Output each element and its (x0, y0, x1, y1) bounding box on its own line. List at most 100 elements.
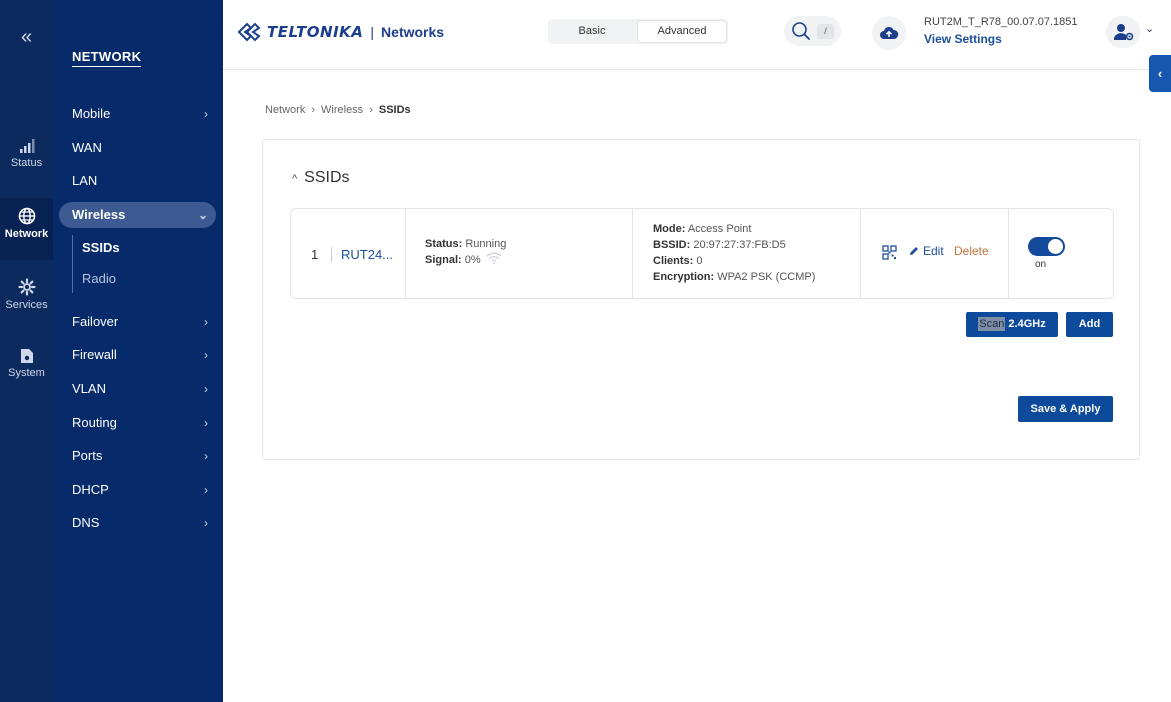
ssid-enable-toggle[interactable] (1028, 237, 1065, 256)
nav-item-label: DHCP (72, 482, 109, 497)
scan-label-highlighted: Scan (978, 317, 1006, 331)
nav-item-label: Firewall (72, 347, 117, 362)
mode-basic-button[interactable]: Basic (548, 19, 636, 44)
signal-bars-icon (19, 139, 34, 153)
nav-item-label: VLAN (72, 381, 106, 396)
nav-item-vlan[interactable]: VLAN › (59, 376, 216, 402)
ssid-cell-details: Mode: Access Point BSSID: 20:97:27:37:FB… (633, 209, 861, 298)
nav-item-dhcp[interactable]: DHCP › (59, 477, 216, 503)
search-shortcut-key: / (817, 24, 834, 39)
side-panel-toggle[interactable]: ‹ (1149, 55, 1171, 92)
nav-section-title: NETWORK (72, 49, 142, 67)
save-apply-button[interactable]: Save & Apply (1018, 396, 1113, 422)
user-menu-button[interactable] (1106, 16, 1140, 48)
edit-ssid-button[interactable]: Edit (909, 244, 944, 258)
wifi-signal-icon (486, 252, 502, 264)
rail-item-status[interactable]: Status (0, 138, 53, 176)
nav-item-lan[interactable]: LAN (59, 168, 216, 194)
bssid-label: BSSID: (653, 239, 691, 251)
rail-item-label: System (8, 367, 45, 379)
rail-item-network[interactable]: Network (0, 198, 53, 260)
chevron-down-icon: ⌄ (197, 208, 208, 222)
mode-switch: Basic Advanced (548, 19, 728, 44)
cloud-upload-button[interactable] (872, 16, 906, 50)
network-nav: NETWORK Mobile › WAN LAN Wireless ⌄ SSIDs … (53, 0, 223, 702)
chevron-right-icon: › (204, 516, 208, 530)
view-settings-link[interactable]: View Settings (924, 32, 1002, 46)
clients-value: 0 (696, 255, 703, 267)
encryption-line: Encryption: WPA2 PSK (CCMP) (653, 271, 815, 283)
brand-name: TELTONIKA (267, 23, 364, 41)
nav-item-routing[interactable]: Routing › (59, 410, 216, 436)
nav-item-label: Failover (72, 314, 119, 329)
gear-icon (17, 278, 36, 296)
delete-ssid-button[interactable]: Delete (954, 244, 989, 258)
nav-item-firewall[interactable]: Firewall › (59, 342, 216, 368)
ssid-name: RUT24... (331, 247, 393, 262)
signal-value: 0% (464, 254, 481, 266)
nav-item-label: Wireless (72, 207, 126, 222)
panel-title[interactable]: ^ SSIDs (292, 169, 350, 187)
ssids-panel: ^ SSIDs 1 RUT24... Status: Running Signal… (262, 139, 1140, 460)
nav-subitem-ssids[interactable]: SSIDs (82, 240, 120, 255)
teltonika-logo[interactable]: TELTONIKA | Networks (237, 22, 444, 42)
icon-rail: « Status Network Services System (0, 0, 53, 702)
chevron-right-icon: › (204, 416, 208, 430)
nav-subitem-radio[interactable]: Radio (82, 271, 116, 286)
bssid-line: BSSID: 20:97:27:37:FB:D5 (653, 239, 786, 251)
nav-item-failover[interactable]: Failover › (59, 309, 216, 335)
breadcrumb-item-wireless[interactable]: Wireless (321, 104, 363, 116)
rail-item-label: Services (5, 299, 48, 311)
nav-item-ports[interactable]: Ports › (59, 443, 216, 469)
chevron-up-icon: ^ (292, 173, 298, 185)
chevron-down-icon[interactable]: ⌄ (1145, 22, 1154, 35)
encryption-value: WPA2 PSK (CCMP) (717, 271, 816, 283)
collapse-sidebar-icon[interactable]: « (0, 26, 53, 49)
brand-separator: | (370, 24, 375, 40)
breadcrumb-item-ssids: SSIDs (378, 104, 411, 116)
mode-advanced-button[interactable]: Advanced (637, 20, 727, 43)
nav-item-wireless[interactable]: Wireless ⌄ (59, 202, 216, 228)
pencil-icon (910, 247, 918, 255)
product-name: Networks (381, 24, 445, 40)
ssid-cell-actions: Edit Delete (861, 209, 1009, 298)
toggle-state-label: on (1035, 259, 1047, 270)
ssid-cell-toggle: on (1009, 209, 1113, 298)
rail-item-label: Status (10, 157, 43, 169)
chevron-right-icon: › (204, 382, 208, 396)
nav-item-wan[interactable]: WAN (59, 135, 216, 161)
nav-item-label: LAN (72, 173, 98, 188)
bssid-value: 20:97:27:37:FB:D5 (693, 239, 786, 251)
nav-item-label: Ports (72, 448, 103, 463)
signal-line: Signal: 0% (425, 254, 481, 266)
rail-item-label: Network (4, 228, 49, 240)
signal-label: Signal: (425, 254, 462, 266)
status-label: Status: (425, 238, 463, 250)
chevron-right-icon: › (204, 315, 208, 329)
toggle-knob (1048, 239, 1063, 254)
mode-label: Mode: (653, 223, 686, 235)
breadcrumb-item-network[interactable]: Network (265, 104, 305, 116)
nav-item-label: Mobile (72, 106, 111, 121)
scan-24ghz-button[interactable]: Scan 2.4GHz (966, 312, 1058, 337)
user-settings-icon (1114, 24, 1134, 41)
clients-label: Clients: (653, 255, 694, 267)
system-icon (20, 349, 33, 363)
ssid-index: 1 (311, 247, 319, 262)
nav-item-label: DNS (72, 515, 100, 530)
mode-value: Access Point (687, 223, 752, 235)
mode-line: Mode: Access Point (653, 223, 751, 235)
add-ssid-button[interactable]: Add (1066, 312, 1113, 337)
nav-item-label: Routing (72, 415, 117, 430)
qr-code-icon[interactable] (882, 245, 897, 260)
nav-item-mobile[interactable]: Mobile › (59, 101, 216, 127)
chevron-right-icon: › (204, 449, 208, 463)
teltonika-mark-icon (237, 22, 261, 42)
nav-item-label: WAN (72, 140, 102, 155)
top-header: TELTONIKA | Networks Basic Advanced / RU… (223, 0, 1171, 70)
device-name: RUT2M_T_R78_00.07.07.1851 (924, 16, 1078, 28)
rail-item-services[interactable]: Services (0, 278, 53, 316)
nav-item-dns[interactable]: DNS › (59, 510, 216, 536)
search-button[interactable]: / (784, 16, 841, 46)
rail-item-system[interactable]: System (0, 348, 53, 386)
